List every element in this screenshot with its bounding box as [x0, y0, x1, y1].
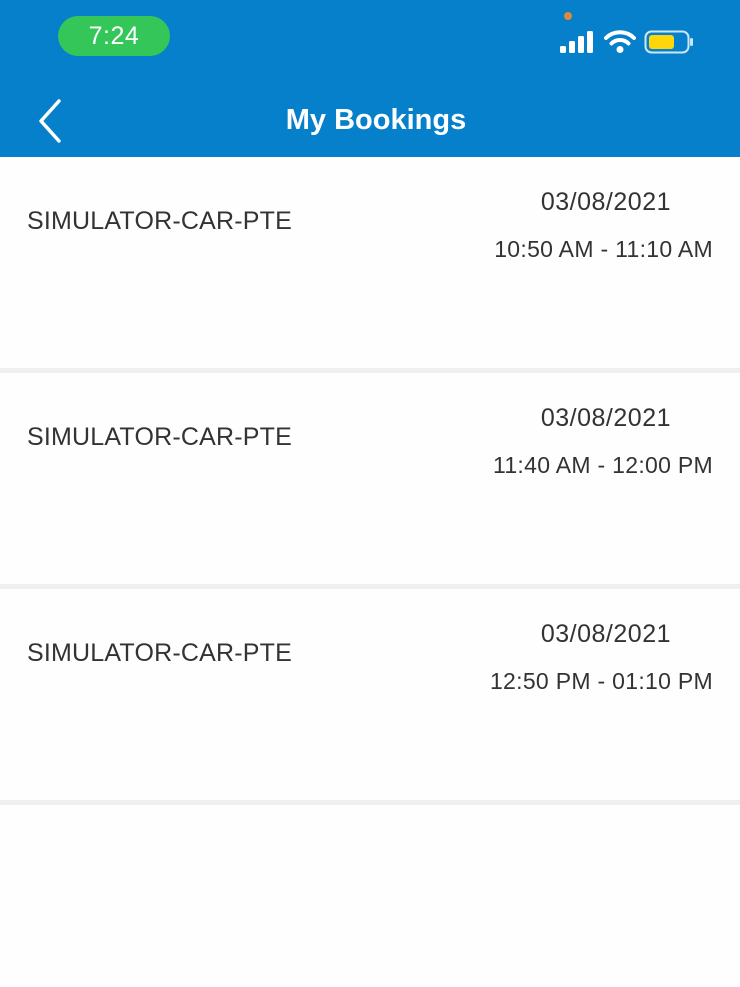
booking-resource-name: SIMULATOR-CAR-PTE: [27, 639, 292, 667]
bookings-list: SIMULATOR-CAR-PTE 03/08/2021 10:50 AM - …: [0, 157, 740, 805]
booking-time-range: 12:50 PM - 01:10 PM: [489, 668, 713, 694]
booking-date: 03/08/2021: [540, 188, 671, 216]
booking-resource-name: SIMULATOR-CAR-PTE: [27, 423, 292, 451]
cellular-signal-icon: [560, 31, 593, 53]
app-header: 7:24 My Bookings: [0, 0, 740, 157]
booking-item[interactable]: SIMULATOR-CAR-PTE 03/08/2021 11:40 AM - …: [0, 373, 740, 589]
page-title: My Bookings: [285, 104, 467, 136]
status-time: 7:24: [58, 16, 170, 56]
wifi-icon: [604, 30, 636, 53]
booking-item[interactable]: SIMULATOR-CAR-PTE 03/08/2021 10:50 AM - …: [0, 157, 740, 373]
booking-time-range: 11:40 AM - 12:00 PM: [492, 452, 713, 478]
booking-date: 03/08/2021: [540, 620, 671, 648]
app-screen: 7:24 My Bookings SIMULATOR-CAR-PTE 03/08…: [0, 0, 740, 987]
booking-date: 03/08/2021: [540, 404, 671, 432]
booking-item[interactable]: SIMULATOR-CAR-PTE 03/08/2021 12:50 PM - …: [0, 589, 740, 805]
booking-time-range: 10:50 AM - 11:10 AM: [494, 236, 713, 262]
privacy-indicator-dot: [564, 12, 572, 20]
battery-icon: [644, 30, 693, 54]
booking-resource-name: SIMULATOR-CAR-PTE: [27, 207, 292, 235]
